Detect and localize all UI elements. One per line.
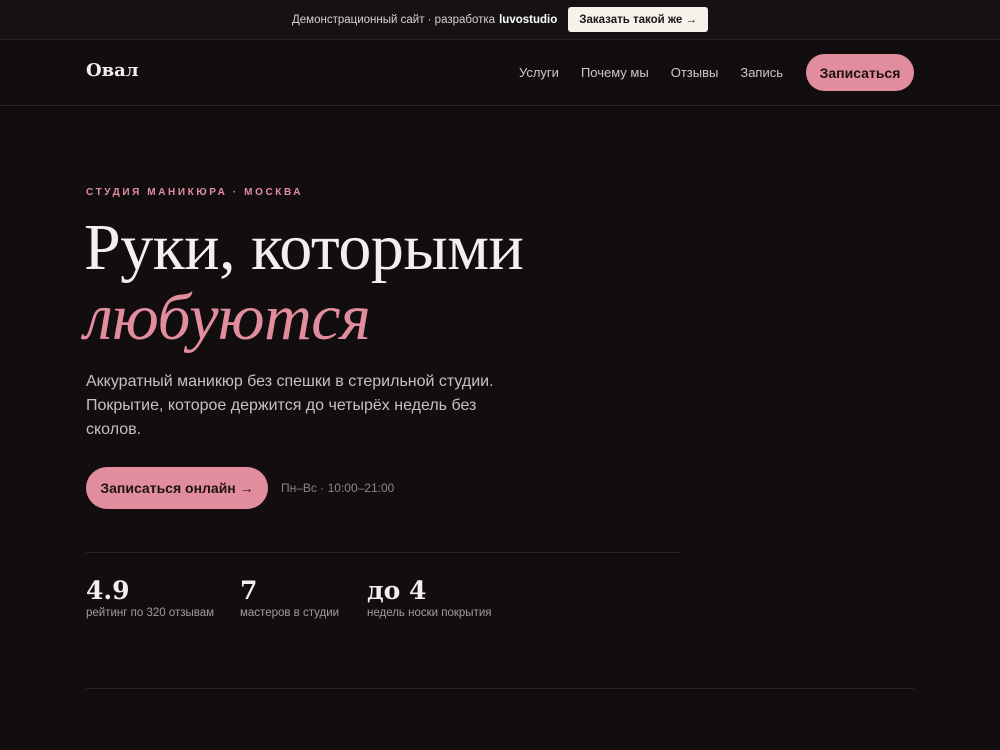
nav-link-booking[interactable]: Запись [740, 65, 783, 80]
stat-durability: до 4 недель носки покрытия [367, 576, 492, 620]
nav-link-reviews[interactable]: Отзывы [671, 65, 719, 80]
nav-links: Услуги Почему мы Отзывы Запись [519, 65, 783, 80]
stat-masters-value: 7 [240, 576, 258, 605]
hero-title: Руки, которыми [84, 211, 524, 284]
demo-banner-text: Демонстрационный сайт · разработка [291, 13, 496, 26]
nav-link-services[interactable]: Услуги [519, 65, 559, 80]
logo[interactable]: Овал [86, 60, 139, 81]
main-nav: Овал Услуги Почему мы Отзывы Запись Запи… [0, 40, 1000, 106]
demo-banner: Демонстрационный сайт · разработка luvos… [0, 0, 1000, 40]
stat-rating: 4.9 рейтинг по 320 отзывам [86, 576, 215, 620]
stat-rating-label: рейтинг по 320 отзывам [86, 607, 215, 619]
stat-rating-value: 4.9 [86, 576, 130, 605]
stat-masters-label: мастеров в студии [240, 607, 340, 619]
stats-divider [86, 552, 680, 553]
hero-eyebrow: СТУДИЯ МАНИКЮРА · МОСКВА [86, 187, 304, 198]
stat-durability-value: до 4 [367, 576, 427, 605]
book-online-button[interactable]: Записаться онлайн → [86, 467, 268, 509]
demo-banner-brand[interactable]: luvostudio [499, 14, 557, 26]
stat-durability-label: недель носки покрытия [367, 607, 492, 619]
nav-link-why-us[interactable]: Почему мы [581, 65, 649, 80]
working-hours: Пн–Вс · 10:00–21:00 [281, 481, 395, 495]
hero-lead: Аккуратный маникюр без спешки в стерильн… [86, 373, 494, 438]
section-divider [86, 688, 914, 689]
order-same-button[interactable]: Заказать такой же → [568, 7, 708, 32]
stat-masters: 7 мастеров в студии [240, 576, 340, 620]
nav-book-button[interactable]: Записаться [806, 54, 914, 91]
hero-title-accent: любуются [84, 281, 371, 354]
